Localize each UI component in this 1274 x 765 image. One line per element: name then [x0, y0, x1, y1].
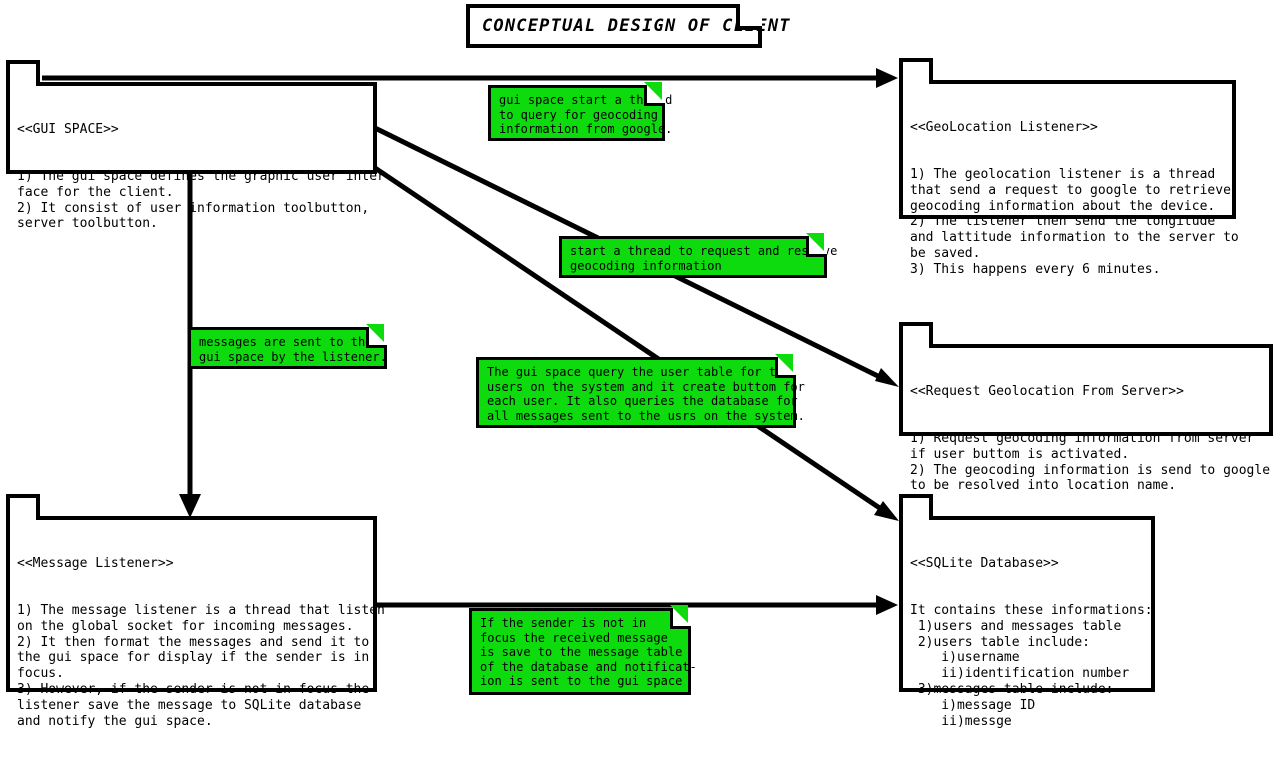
- package-geolocation-listener-body: 1) The geolocation listener is a thread …: [910, 166, 1239, 277]
- arrow-gui-to-sqlite: [373, 165, 892, 518]
- package-message-listener-content: <<Message Listener>> 1) The message list…: [10, 520, 385, 765]
- package-message-listener-stereotype: <<Message Listener>>: [17, 555, 174, 571]
- note-gui-query-user-table: The gui space query the user table for t…: [476, 354, 805, 428]
- note-gui-query-user-table-text: The gui space query the user table for t…: [487, 365, 805, 423]
- package-tab-sqlite-database: [899, 494, 933, 520]
- package-message-listener-body: 1) The message listener is a thread that…: [17, 602, 385, 729]
- package-sqlite-database-stereotype: <<SQLite Database>>: [910, 555, 1059, 571]
- package-request-geolocation-content: <<Request Geolocation From Server>> 1) R…: [903, 348, 1271, 530]
- package-gui-space-stereotype: <<GUI SPACE>>: [17, 121, 119, 137]
- package-sqlite-database-body: It contains these informations: 1)users …: [910, 602, 1153, 729]
- note-gui-to-geolocation-text: gui space start a thread to query for ge…: [499, 93, 673, 136]
- package-geolocation-listener-content: <<GeoLocation Listener>> 1) The geolocat…: [903, 84, 1239, 313]
- note-fold-corner-icon: [644, 82, 665, 106]
- package-tab-gui-space: [6, 60, 40, 86]
- package-geolocation-listener-stereotype: <<GeoLocation Listener>>: [910, 119, 1098, 135]
- package-tab-geolocation-listener: [899, 58, 933, 84]
- note-fold-corner-icon: [775, 354, 796, 378]
- diagram-title-text: CONCEPTUAL DESIGN OF CLIENT: [482, 16, 791, 36]
- package-geolocation-listener[interactable]: <<GeoLocation Listener>> 1) The geolocat…: [899, 58, 1239, 277]
- note-fold-corner-icon: [736, 0, 762, 30]
- package-sqlite-database-content: <<SQLite Database>> It contains these in…: [903, 520, 1153, 765]
- package-gui-space[interactable]: <<GUI SPACE>> 1) The gui space defines t…: [6, 60, 393, 231]
- diagram-canvas: CONCEPTUAL DESIGN OF CLIENT <<GUI SPACE>…: [0, 0, 1274, 729]
- arrowhead-gui-to-message-listener: [179, 494, 201, 518]
- note-fold-corner-icon: [806, 233, 827, 257]
- package-gui-space-body: 1) The gui space defines the graphic use…: [17, 168, 393, 232]
- note-messages-sent: messages are sent to the gui space by th…: [188, 324, 387, 369]
- arrowhead-gui-to-sqlite: [874, 501, 899, 521]
- package-tab-message-listener: [6, 494, 40, 520]
- note-fold-corner-icon: [670, 605, 691, 629]
- note-messages-sent-text: messages are sent to the gui space by th…: [199, 335, 387, 364]
- arrowhead-message-listener-to-sqlite: [876, 595, 898, 615]
- note-sender-not-in-focus: If the sender is not in focus the receiv…: [469, 605, 697, 695]
- note-fold-corner-icon: [366, 324, 387, 348]
- diagram-title-note: CONCEPTUAL DESIGN OF CLIENT: [466, 0, 791, 48]
- package-request-geolocation-stereotype: <<Request Geolocation From Server>>: [910, 383, 1184, 399]
- package-tab-request-geolocation: [899, 322, 933, 348]
- arrowhead-gui-to-request-geolocation: [875, 368, 899, 387]
- note-sender-not-in-focus-text: If the sender is not in focus the receiv…: [480, 616, 697, 688]
- arrowhead-gui-to-geolocation: [876, 68, 898, 88]
- package-request-geolocation-body: 1) Request geocoding information from se…: [910, 430, 1271, 494]
- package-message-listener[interactable]: <<Message Listener>> 1) The message list…: [6, 494, 385, 729]
- package-sqlite-database[interactable]: <<SQLite Database>> It contains these in…: [899, 494, 1155, 729]
- note-gui-to-geolocation: gui space start a thread to query for ge…: [488, 82, 673, 141]
- note-start-thread-resolve-text: start a thread to request and resolve ge…: [570, 244, 837, 273]
- note-start-thread-resolve: start a thread to request and resolve ge…: [559, 233, 837, 278]
- package-gui-space-content: <<GUI SPACE>> 1) The gui space defines t…: [10, 86, 393, 268]
- package-request-geolocation-from-server[interactable]: <<Request Geolocation From Server>> 1) R…: [899, 322, 1273, 493]
